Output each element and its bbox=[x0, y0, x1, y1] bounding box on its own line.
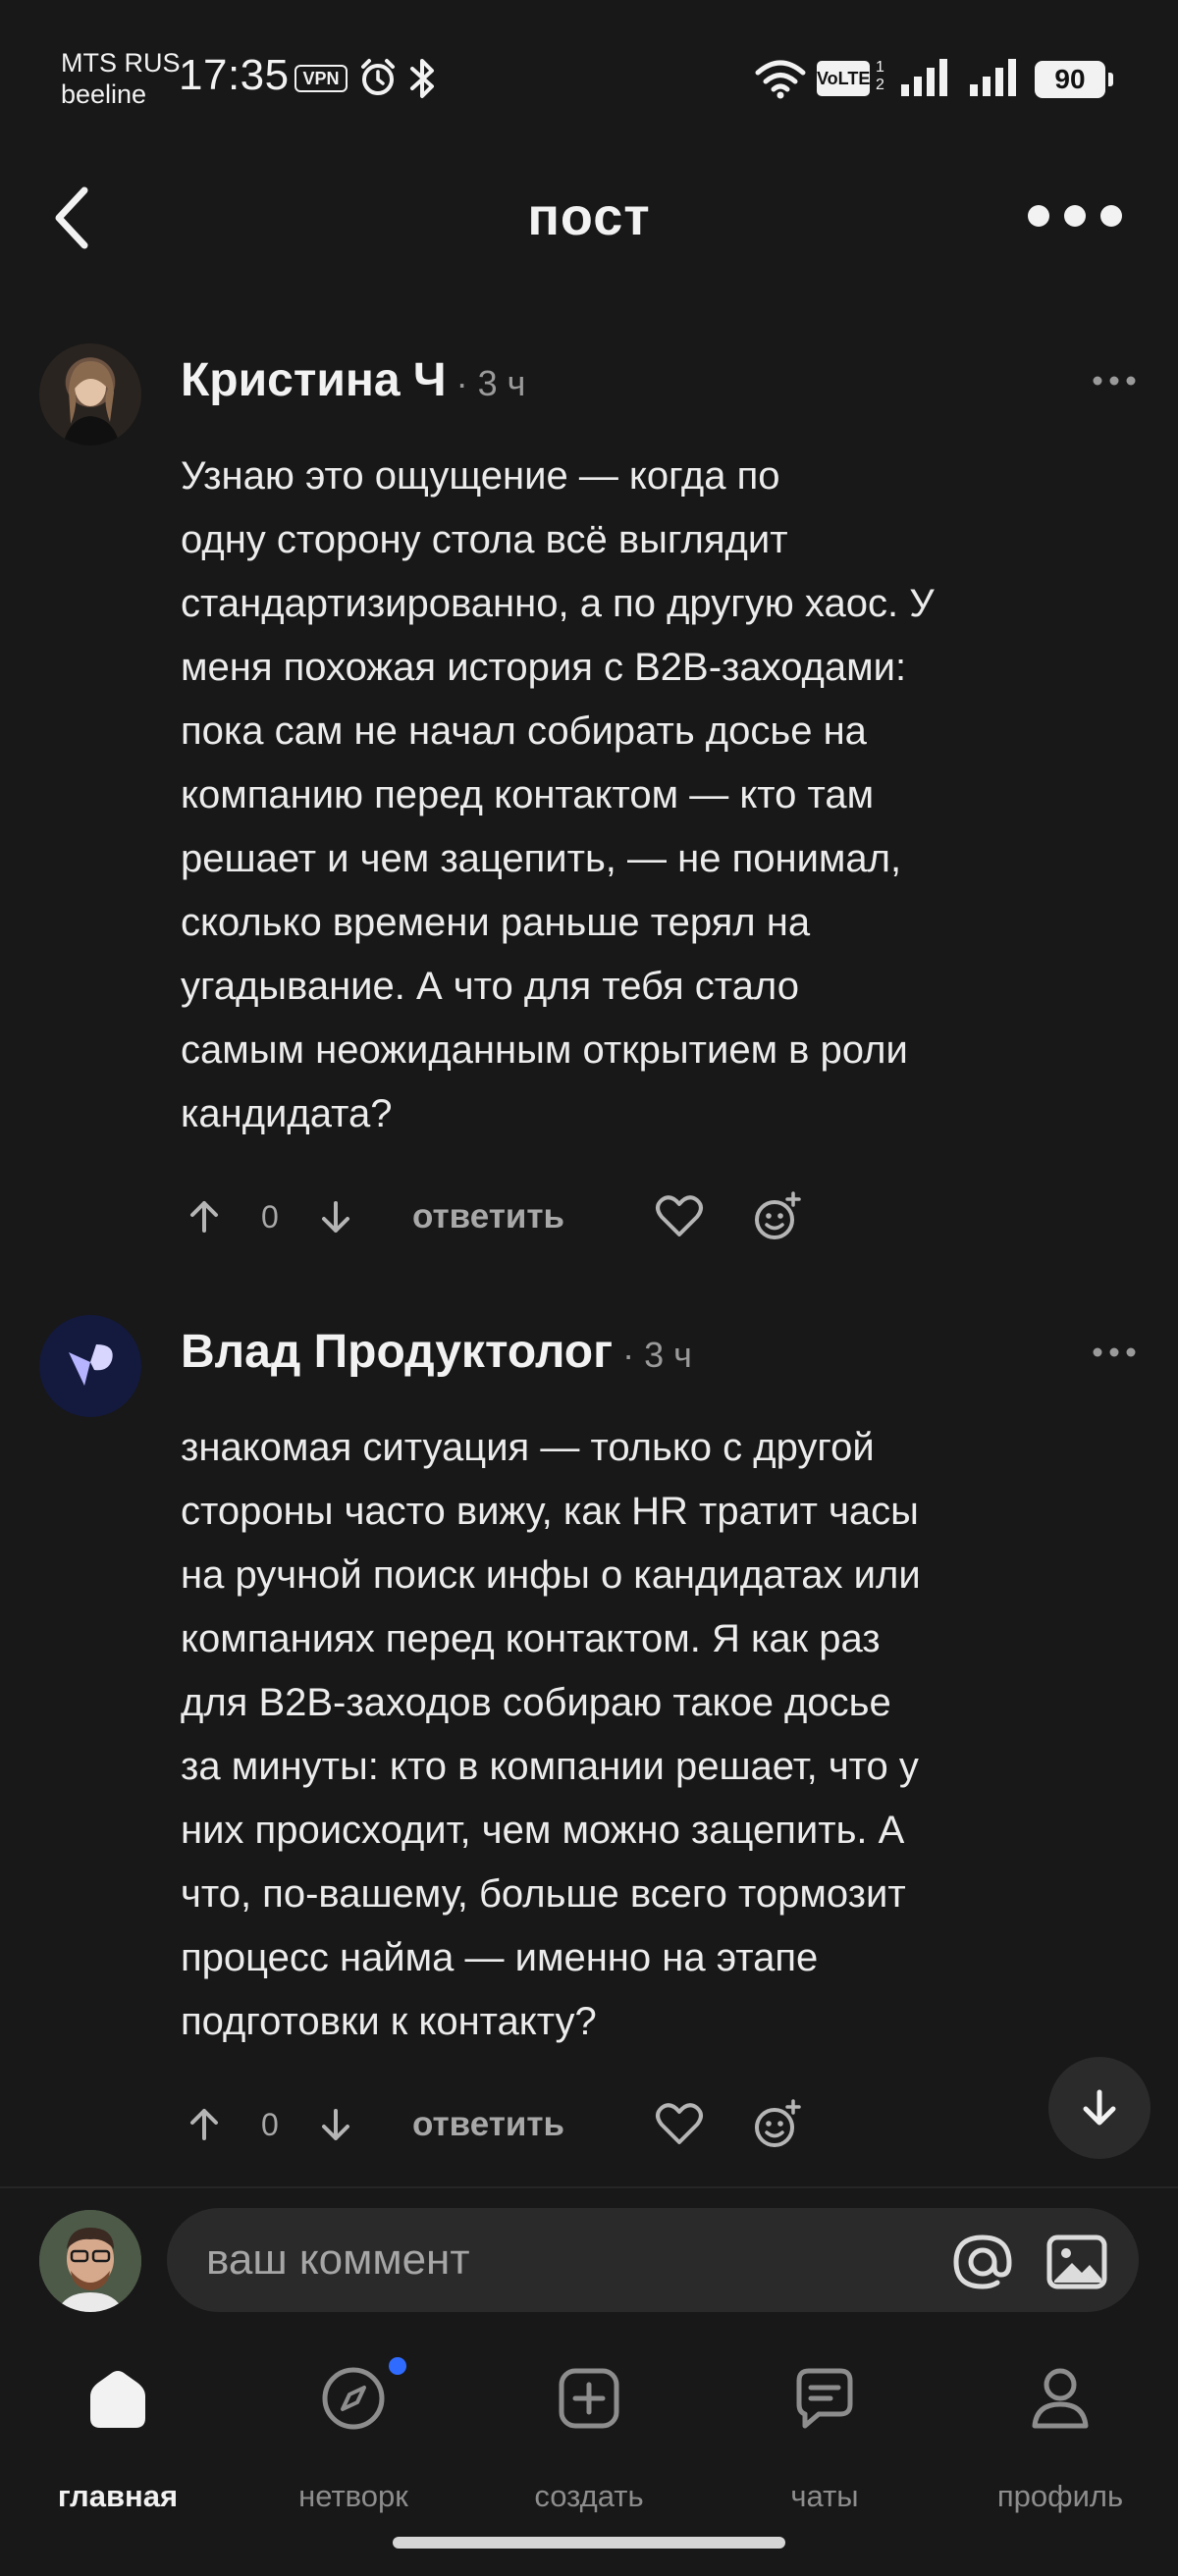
nav-label: профиль bbox=[996, 2479, 1124, 2513]
add-reaction-icon[interactable] bbox=[750, 1187, 805, 1246]
signal-icon-sim2 bbox=[970, 59, 1016, 96]
comment-author-line: Кристина Ч · 3 ч bbox=[181, 353, 525, 407]
nav-chats[interactable]: чаты bbox=[726, 2363, 923, 2513]
comment-text: Узнаю это ощущение — когда по одну сторо… bbox=[181, 454, 935, 1135]
carrier-2: beeline bbox=[61, 79, 147, 109]
nav-label: главная bbox=[57, 2479, 179, 2513]
bluetooth-icon bbox=[410, 59, 434, 98]
clock: 17:35 bbox=[179, 51, 290, 99]
home-icon bbox=[90, 2371, 145, 2428]
nav-label: чаты bbox=[790, 2479, 859, 2513]
status-bar: MTS RUS beeline 17:35 VPN VoLTE 1 2 90 bbox=[0, 0, 1178, 147]
arrow-down-icon bbox=[1083, 2089, 1116, 2126]
upvote-icon[interactable] bbox=[187, 1187, 222, 1246]
user-icon bbox=[1032, 2368, 1089, 2429]
time-separator: · bbox=[613, 1335, 645, 1375]
battery-indicator: 90 bbox=[1035, 61, 1113, 98]
reply-button[interactable]: ответить bbox=[412, 2095, 564, 2154]
author-name[interactable]: Кристина Ч bbox=[181, 354, 447, 406]
avatar[interactable] bbox=[39, 343, 141, 446]
add-reaction-icon[interactable] bbox=[750, 2095, 805, 2154]
vote-count: 0 bbox=[261, 2106, 279, 2142]
chat-icon bbox=[796, 2368, 853, 2429]
carrier-names: MTS RUS beeline bbox=[61, 47, 181, 110]
nav-home[interactable]: главная bbox=[20, 2363, 216, 2513]
volte-icon: VoLTE bbox=[817, 61, 870, 96]
notification-dot bbox=[389, 2357, 406, 2375]
scroll-to-bottom-button[interactable] bbox=[1048, 2057, 1151, 2159]
downvote-icon[interactable] bbox=[318, 1187, 353, 1246]
attach-image-icon[interactable] bbox=[1044, 2230, 1109, 2294]
compass-icon bbox=[322, 2367, 385, 2430]
comment-compose-bar: ваш коммент bbox=[0, 2186, 1178, 2334]
comment-author-line: Влад Продуктолог · 3 ч bbox=[181, 1325, 692, 1379]
like-icon[interactable] bbox=[652, 1187, 707, 1246]
nav-network[interactable]: нетворк bbox=[255, 2357, 452, 2513]
downvote-icon[interactable] bbox=[318, 2095, 353, 2154]
comment-text: знакомая ситуация — только с другой стор… bbox=[181, 1426, 921, 2043]
author-name[interactable]: Влад Продуктолог bbox=[181, 1326, 613, 1378]
home-indicator[interactable] bbox=[393, 2537, 785, 2549]
comment-time: 3 ч bbox=[477, 363, 526, 403]
alarm-icon bbox=[361, 59, 395, 95]
comment-menu-icon[interactable] bbox=[1090, 1342, 1139, 1362]
nav-profile[interactable]: профиль bbox=[962, 2363, 1158, 2513]
vote-count: 0 bbox=[261, 1198, 279, 1235]
vpn-icon: VPN bbox=[294, 65, 348, 92]
like-icon[interactable] bbox=[652, 2095, 707, 2154]
avatar[interactable] bbox=[39, 1315, 141, 1417]
comment-actions: 0 ответить bbox=[181, 2095, 868, 2154]
signal-icon-sim1 bbox=[901, 59, 947, 96]
nav-label: создать bbox=[534, 2479, 644, 2513]
nav-create[interactable]: создать bbox=[491, 2363, 687, 2513]
plus-square-icon bbox=[559, 2368, 619, 2429]
carrier-1: MTS RUS bbox=[61, 48, 181, 78]
nav-label: нетворк bbox=[298, 2479, 408, 2513]
comment-time: 3 ч bbox=[644, 1335, 692, 1375]
sim-indicator: 1 2 bbox=[876, 59, 884, 93]
time-separator: · bbox=[446, 363, 478, 403]
page-title: пост bbox=[527, 187, 651, 246]
comment-menu-icon[interactable] bbox=[1090, 371, 1139, 391]
mention-icon[interactable] bbox=[948, 2228, 1017, 2296]
comment-actions: 0 ответить bbox=[181, 1187, 868, 1246]
reply-button[interactable]: ответить bbox=[412, 1187, 564, 1246]
upvote-icon[interactable] bbox=[187, 2095, 222, 2154]
my-avatar[interactable] bbox=[39, 2210, 141, 2312]
more-options-icon[interactable] bbox=[1021, 196, 1129, 236]
comment-input-placeholder: ваш коммент bbox=[206, 2235, 470, 2284]
post-header: пост bbox=[0, 167, 1178, 265]
wifi-icon bbox=[755, 60, 806, 99]
